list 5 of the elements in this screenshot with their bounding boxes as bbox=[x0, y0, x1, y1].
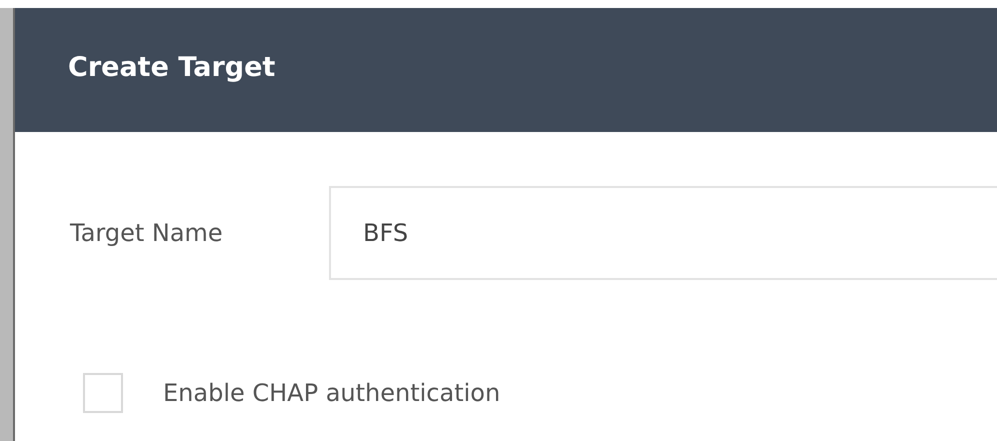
input-field[interactable]: BFS bbox=[329, 186, 997, 280]
field-label: Target Name bbox=[69, 219, 224, 247]
checkbox-label: Enable CHAP authentication bbox=[163, 379, 500, 407]
dialog-title: Create Target bbox=[68, 52, 276, 82]
checkbox[interactable] bbox=[83, 373, 123, 413]
